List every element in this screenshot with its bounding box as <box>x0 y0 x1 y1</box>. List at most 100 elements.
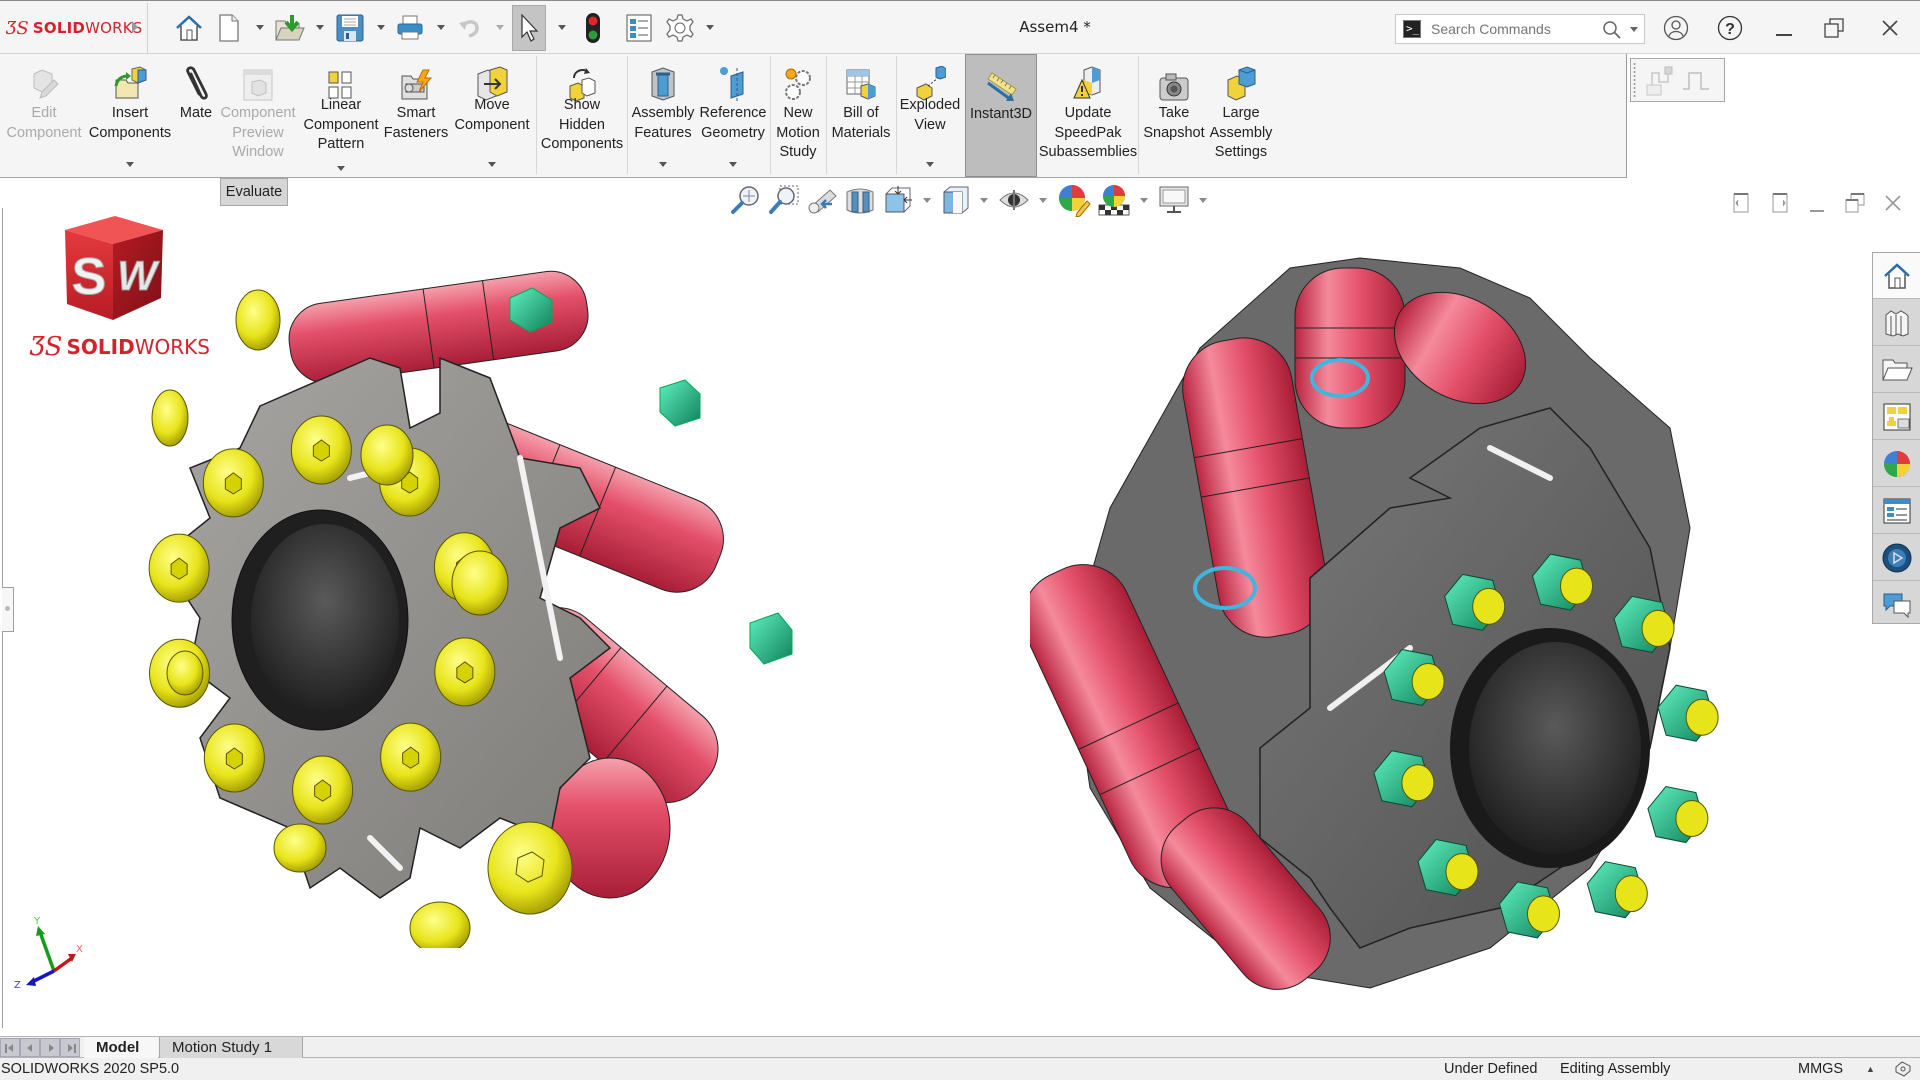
task-pane-tab-file-explorer[interactable] <box>1873 347 1920 393</box>
exploded-view-dropdown[interactable] <box>926 162 934 167</box>
save-dropdown[interactable] <box>377 25 385 30</box>
apply-scene-button[interactable] <box>1097 182 1131 218</box>
tab-evaluate[interactable]: Evaluate <box>220 178 288 206</box>
options-dropdown[interactable] <box>706 25 714 30</box>
edit-component-button[interactable]: Edit Component <box>0 54 88 177</box>
assembly-features-button[interactable]: Assembly Features <box>628 54 698 177</box>
home-button[interactable] <box>172 9 206 47</box>
insert-components-dropdown[interactable] <box>126 162 134 167</box>
mecanum-wheel-model-right[interactable] <box>1030 228 1810 1028</box>
viewport-close-button[interactable] <box>1880 190 1906 216</box>
edit-appearance-button[interactable] <box>1057 182 1091 218</box>
select-button[interactable] <box>512 5 546 51</box>
linear-component-pattern-button[interactable]: Linear Component Pattern <box>298 54 384 177</box>
floating-toolbar <box>1630 58 1725 102</box>
solidworks-logo[interactable]: ƷS SOLID WORKS <box>6 15 142 41</box>
menu-expand-arrow-icon[interactable] <box>132 21 138 33</box>
instant3d-button[interactable]: Instant3D <box>965 54 1037 177</box>
view-settings-button[interactable] <box>1158 182 1190 218</box>
screw <box>151 389 189 447</box>
view-orientation-button[interactable] <box>882 182 914 218</box>
close-button[interactable] <box>1872 11 1908 45</box>
take-snapshot-button[interactable]: Take Snapshot <box>1140 54 1208 177</box>
view-settings-dropdown[interactable] <box>1199 197 1207 203</box>
component-preview-window-label: Component Preview Window <box>220 105 296 160</box>
component-preview-window-button[interactable]: Component Preview Window <box>220 54 296 177</box>
tab-model[interactable]: Model <box>84 1037 158 1058</box>
search-input[interactable] <box>1431 21 1601 37</box>
large-assembly-settings-button[interactable]: Large Assembly Settings <box>1208 54 1274 177</box>
viewport-restore-button[interactable] <box>1842 190 1868 216</box>
move-component-button[interactable]: Move Component <box>448 54 536 177</box>
task-pane-tab-appearances[interactable] <box>1873 441 1920 487</box>
bill-of-materials-button[interactable]: Bill of Materials <box>828 54 894 177</box>
viewport-minimize-button[interactable] <box>1804 190 1830 216</box>
flow-diagram-icon[interactable] <box>1645 65 1675 97</box>
search-icon[interactable] <box>1602 20 1622 40</box>
reference-geometry-button[interactable]: Reference Geometry <box>698 54 768 177</box>
hide-show-dropdown[interactable] <box>1039 197 1047 203</box>
search-dropdown[interactable] <box>1630 27 1638 32</box>
print-dropdown[interactable] <box>437 25 445 30</box>
task-pane-tab-3dexperience[interactable] <box>1873 582 1920 628</box>
apply-scene-dropdown[interactable] <box>1140 197 1148 203</box>
toolbar-grip-handle[interactable] <box>1633 62 1636 98</box>
zoom-to-area-button[interactable] <box>768 182 800 218</box>
tile-left-button[interactable] <box>1728 190 1754 216</box>
insert-components-button[interactable]: Insert Components <box>88 54 172 177</box>
graphics-area[interactable]: Evaluate S W ƷS SOLID WORKS Y X Z <box>0 178 1920 1036</box>
task-pane-tab-view-palette[interactable] <box>1873 394 1920 440</box>
rebuild-button[interactable] <box>580 9 606 47</box>
previous-view-button[interactable] <box>806 182 838 218</box>
task-pane-tab-forum[interactable] <box>1873 535 1920 581</box>
tab-motion-study-1[interactable]: Motion Study 1 <box>159 1037 303 1058</box>
scroll-prev-button[interactable] <box>20 1038 40 1057</box>
view-orientation-dropdown[interactable] <box>923 197 931 203</box>
move-component-dropdown[interactable] <box>488 162 496 167</box>
task-pane-tab-custom-properties[interactable] <box>1873 488 1920 534</box>
open-dropdown[interactable] <box>316 25 324 30</box>
print-button[interactable] <box>394 9 426 47</box>
options-button[interactable] <box>664 9 696 47</box>
zoom-to-fit-button[interactable] <box>730 182 762 218</box>
help-button[interactable]: ? <box>1712 11 1748 45</box>
linear-pattern-dropdown[interactable] <box>337 166 345 171</box>
task-pane-tab-design-library[interactable] <box>1873 300 1920 346</box>
section-view-button[interactable] <box>844 182 876 218</box>
rebuild-tag-icon[interactable] <box>1894 1061 1912 1077</box>
open-button[interactable] <box>272 9 308 47</box>
unit-system-button[interactable]: MMGS <box>1798 1058 1843 1080</box>
smart-fasteners-button[interactable]: Smart Fasteners <box>384 54 448 177</box>
tile-right-button[interactable] <box>1767 190 1793 216</box>
hide-show-items-button[interactable] <box>998 182 1030 218</box>
assembly-features-dropdown[interactable] <box>659 162 667 167</box>
units-menu-arrow-icon[interactable]: ▲ <box>1866 1058 1875 1080</box>
scroll-last-button[interactable] <box>60 1038 80 1057</box>
task-pane-tab-resources[interactable] <box>1873 253 1920 299</box>
select-dropdown[interactable] <box>558 25 566 30</box>
new-dropdown[interactable] <box>256 25 264 30</box>
search-commands-box[interactable]: >_ <box>1395 14 1645 44</box>
step-signal-icon[interactable] <box>1681 69 1711 93</box>
scroll-next-button[interactable] <box>40 1038 60 1057</box>
new-document-button[interactable] <box>216 9 242 47</box>
reference-geometry-dropdown[interactable] <box>729 162 737 167</box>
mate-button[interactable]: Mate <box>172 54 220 177</box>
bottom-tab-bar: Model Motion Study 1 <box>0 1036 1920 1058</box>
restore-button[interactable] <box>1816 11 1852 45</box>
account-button[interactable] <box>1658 11 1694 45</box>
undo-button[interactable] <box>456 9 484 47</box>
file-properties-button[interactable] <box>624 9 654 47</box>
undo-dropdown[interactable] <box>496 25 504 30</box>
mecanum-wheel-model-left[interactable] <box>140 228 820 948</box>
exploded-view-button[interactable]: Exploded View <box>898 54 962 177</box>
display-style-dropdown[interactable] <box>980 197 988 203</box>
new-motion-study-button[interactable]: New Motion Study <box>772 54 824 177</box>
scroll-first-button[interactable] <box>0 1038 20 1057</box>
show-hidden-components-button[interactable]: Show Hidden Components <box>538 54 626 177</box>
save-button[interactable] <box>334 9 366 47</box>
update-speedpak-button[interactable]: Update SpeedPak Subassemblies <box>1039 54 1137 177</box>
feature-manager-collapse-handle[interactable] <box>2 587 14 632</box>
display-style-button[interactable] <box>941 182 971 218</box>
minimize-button[interactable] <box>1766 11 1802 45</box>
